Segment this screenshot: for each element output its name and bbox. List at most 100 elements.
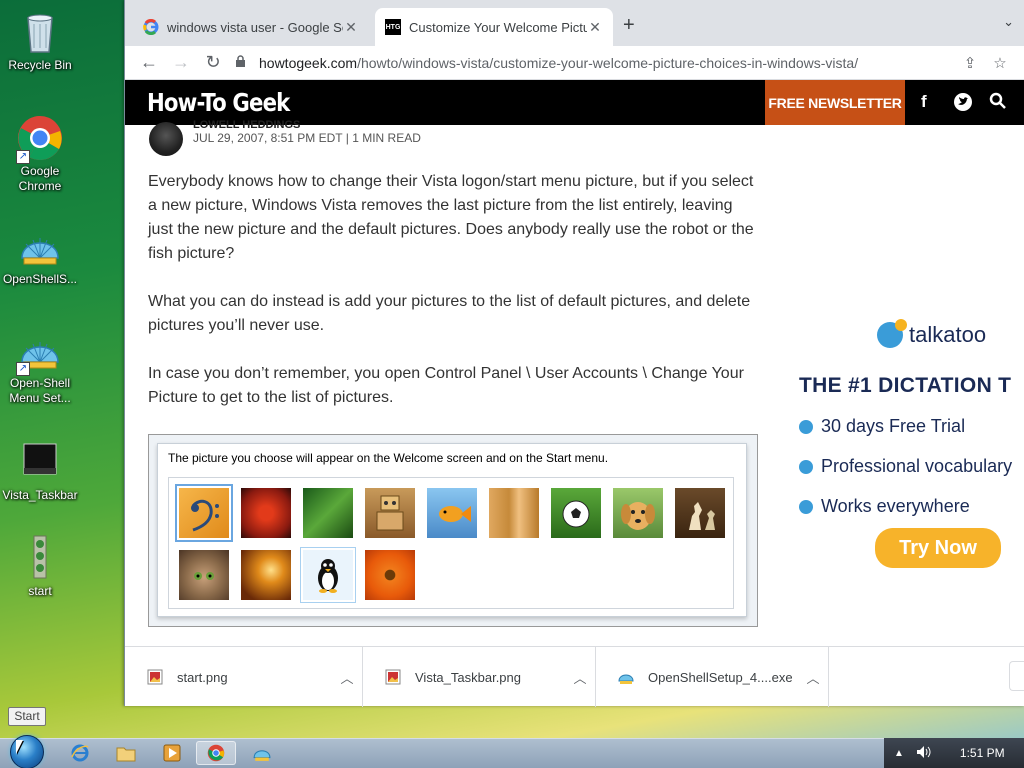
talkatoo-logo-icon — [877, 319, 907, 348]
google-icon — [143, 19, 159, 35]
search-icon[interactable] — [989, 92, 1007, 115]
desktop-icon-recycle-bin[interactable]: Recycle Bin — [0, 8, 80, 73]
show-hidden-icons-icon[interactable]: ▲ — [894, 748, 904, 759]
shortcut-arrow-icon: ↗ — [16, 362, 30, 376]
tab-title: windows vista user - Google Sea — [167, 19, 343, 35]
picture-robot — [365, 488, 415, 538]
image-file-icon — [16, 438, 64, 486]
close-tab-icon[interactable]: ✕ — [587, 19, 603, 36]
facebook-icon[interactable]: f — [921, 92, 927, 112]
web-page: How-To Geek FREE NEWSLETTER f LOWELL HED… — [125, 80, 1024, 646]
url-path: /howto/windows-vista/customize-your-welc… — [357, 55, 859, 71]
chrome-icon: ↗ — [16, 114, 64, 164]
publish-date: JUL 29, 2007, 8:51 PM EDT | 1 MIN READ — [193, 131, 421, 145]
desktop-icon-label: start — [28, 584, 52, 598]
article-paragraph: Everybody knows how to change their Vist… — [148, 173, 754, 262]
ad-feature-text: Professional vocabulary — [821, 456, 1013, 476]
picture-flower — [365, 550, 415, 600]
article-screenshot: The picture you choose will appear on th… — [148, 434, 758, 627]
forward-icon[interactable]: → — [165, 52, 197, 73]
ad-feature-item: Works everywhere — [799, 496, 970, 517]
download-item[interactable]: Vista_Taskbar.png ︿ — [363, 647, 596, 707]
taskbar-chrome-icon[interactable] — [196, 741, 236, 765]
desktop-icon-openshell-settings[interactable]: ↗ Open-Shell Menu Set... — [0, 326, 80, 406]
shortcut-arrow-icon: ↗ — [16, 150, 30, 164]
bookmark-star-icon[interactable]: ☆ — [985, 54, 1015, 72]
picture-bamboo — [489, 488, 539, 538]
start-tooltip: Start — [8, 707, 46, 726]
picture-leaf — [303, 488, 353, 538]
tab-strip: windows vista user - Google Sea ✕ HTG Cu… — [125, 0, 1024, 46]
new-tab-icon[interactable]: + — [623, 14, 635, 37]
desktop-icon-vista-taskbar[interactable]: Vista_Taskbar — [0, 438, 80, 503]
chrome-window: windows vista user - Google Sea ✕ HTG Cu… — [124, 0, 1024, 707]
desktop-icon-label: Open-Shell Menu Set... — [9, 376, 71, 405]
share-icon[interactable]: ⇪ — [955, 54, 985, 72]
volume-icon[interactable] — [916, 745, 932, 762]
picture-soccer-ball — [551, 488, 601, 538]
close-tab-icon[interactable]: ✕ — [343, 19, 359, 36]
picture-sparkles — [241, 550, 291, 600]
picture-picker-panel: The picture you choose will appear on th… — [157, 443, 747, 617]
url-domain: howtogeek.com — [259, 55, 358, 71]
lock-icon — [235, 55, 249, 71]
clock-time[interactable]: 1:51 PM — [960, 746, 1005, 760]
desktop-icon-openshell-setup[interactable]: OpenShellS... — [0, 222, 80, 287]
taskbar-internet-explorer-icon[interactable] — [60, 741, 100, 765]
chevron-up-icon[interactable]: ︿ — [332, 668, 362, 687]
picture-penguin — [300, 547, 356, 603]
taskbar-explorer-icon[interactable] — [106, 741, 146, 765]
openshell-settings-icon: ↗ — [16, 326, 64, 376]
ad-cta-button[interactable]: Try Now — [875, 528, 1001, 568]
picture-grid — [168, 477, 734, 609]
download-filename: start.png — [177, 669, 228, 685]
ad-feature-item: Professional vocabulary — [799, 456, 1012, 477]
download-item[interactable]: start.png ︿ — [125, 647, 363, 707]
article-paragraph: What you can do instead is add your pict… — [148, 293, 751, 334]
chevron-up-icon[interactable]: ︿ — [798, 668, 828, 687]
ad-brand: talkatoo — [909, 322, 987, 347]
download-filename: Vista_Taskbar.png — [415, 669, 521, 685]
author-avatar[interactable] — [149, 122, 183, 156]
tab-howtogeek[interactable]: HTG Customize Your Welcome Picture ✕ — [375, 8, 613, 46]
image-file-icon — [385, 669, 401, 685]
taskbar-openshell-icon[interactable] — [242, 741, 282, 765]
picture-kitten — [179, 550, 229, 600]
recycle-bin-icon — [16, 8, 64, 56]
twitter-icon[interactable] — [953, 92, 973, 117]
chevron-up-icon[interactable]: ︿ — [565, 668, 595, 687]
image-file-icon — [147, 669, 163, 685]
mouse-cursor-icon — [16, 740, 23, 754]
taskbar-media-player-icon[interactable] — [152, 741, 192, 765]
openshell-setup-icon — [618, 669, 634, 685]
show-all-button[interactable] — [1009, 661, 1024, 691]
site-logo[interactable]: How-To Geek — [147, 88, 290, 117]
picker-caption: The picture you choose will appear on th… — [168, 451, 609, 465]
htg-icon: HTG — [385, 19, 401, 35]
reload-icon[interactable]: ↻ — [197, 52, 229, 73]
browser-toolbar: ← → ↻ howtogeek.com/howto/windows-vista/… — [125, 46, 1024, 80]
address-bar[interactable]: howtogeek.com/howto/windows-vista/custom… — [235, 49, 1015, 77]
picture-bass-clef — [175, 484, 233, 542]
openshell-setup-icon — [16, 222, 64, 270]
ad-feature-text: Works everywhere — [821, 496, 970, 516]
ad-feature-item: 30 days Free Trial — [799, 416, 965, 437]
tab-title: Customize Your Welcome Picture — [409, 19, 587, 35]
download-item[interactable]: OpenShellSetup_4....exe ︿ — [596, 647, 829, 707]
newsletter-button[interactable]: FREE NEWSLETTER — [765, 80, 905, 125]
picture-dog — [613, 488, 663, 538]
back-icon[interactable]: ← — [133, 52, 165, 73]
download-shelf: start.png ︿ Vista_Taskbar.png ︿ OpenShel… — [125, 646, 1024, 707]
article-byline: LOWELL HEDDINGS JUL 29, 2007, 8:51 PM ED… — [149, 119, 421, 156]
tab-google-search[interactable]: windows vista user - Google Sea ✕ — [133, 8, 369, 46]
bullet-icon — [799, 419, 813, 434]
system-tray: ▲ 1:51 PM — [884, 738, 1024, 768]
picture-chess — [675, 488, 725, 538]
desktop-icon-google-chrome[interactable]: ↗ Google Chrome — [0, 114, 80, 194]
author-name[interactable]: LOWELL HEDDINGS — [193, 119, 421, 131]
download-filename: OpenShellSetup_4....exe — [648, 669, 793, 685]
tab-search-icon[interactable]: ⌄ — [1003, 14, 1014, 30]
desktop-icon-start[interactable]: start — [0, 534, 80, 599]
image-file-icon — [16, 534, 64, 582]
desktop-icon-label: Vista_Taskbar — [2, 488, 78, 502]
